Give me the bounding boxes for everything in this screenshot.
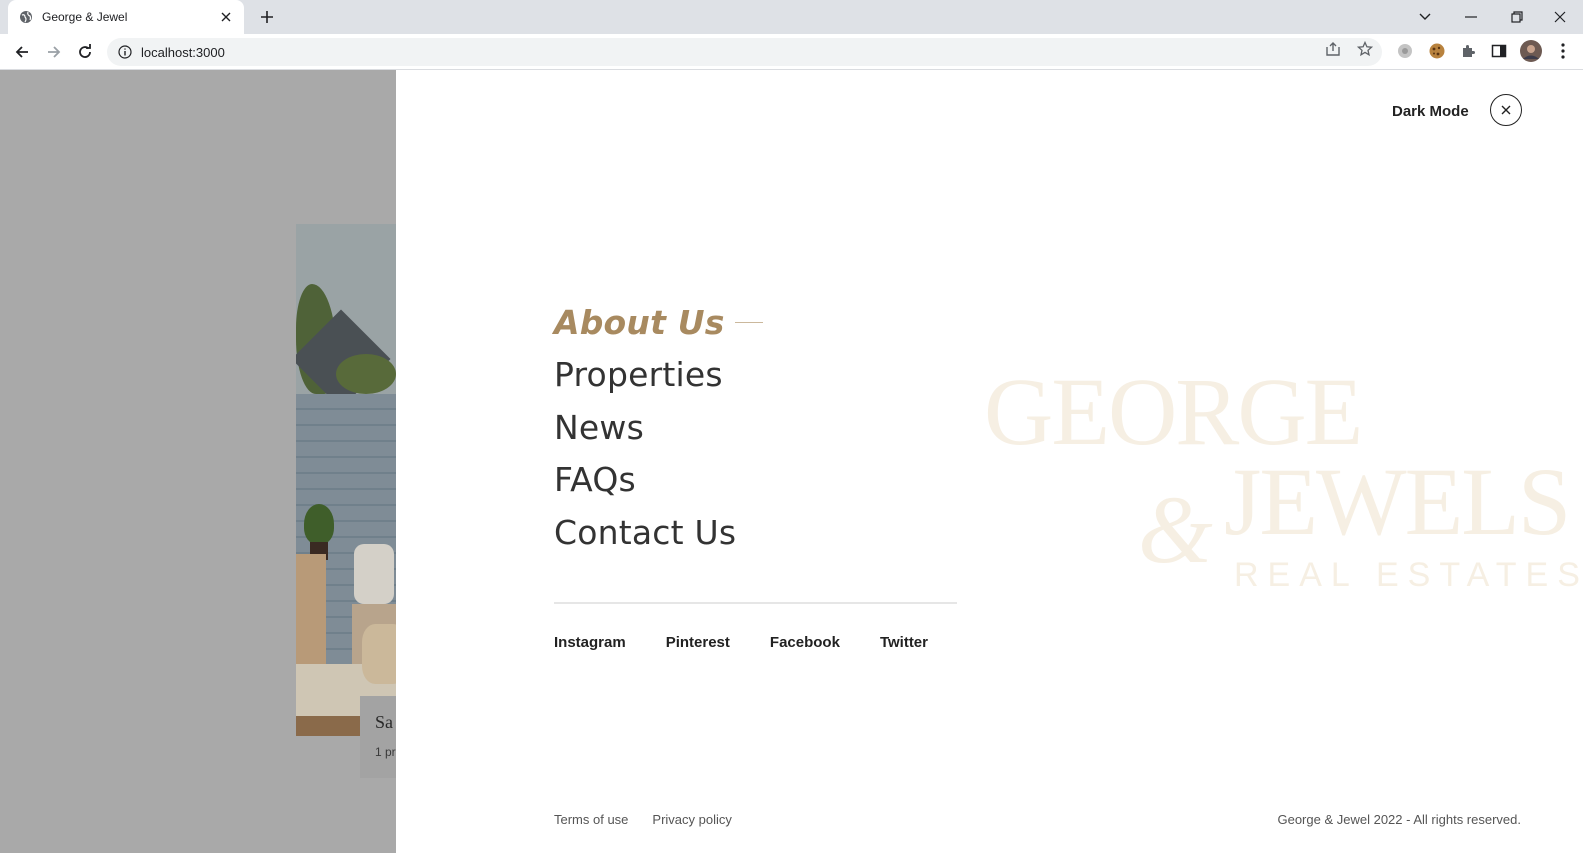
nav-item-label: FAQs [554,460,636,500]
close-icon [1501,105,1511,115]
social-link-facebook[interactable]: Facebook [770,634,840,651]
forward-arrow-icon[interactable] [40,38,68,66]
address-bar[interactable]: localhost:3000 [107,38,1382,66]
copyright-text: George & Jewel 2022 - All rights reserve… [1277,812,1521,827]
back-arrow-icon[interactable] [8,38,36,66]
watermark-ampersand: & [1138,476,1213,583]
social-links: Instagram Pinterest Facebook Twitter [554,634,928,651]
menu-divider [554,602,957,604]
main-nav: About Us Properties News FAQs Contact Us [554,296,763,559]
browser-tab-bar: George & Jewel [0,0,1583,34]
property-card-subtitle: 1 pr [375,745,396,759]
overlay-backdrop[interactable]: Sa 1 pr [0,70,396,853]
footer-links: Terms of use Privacy policy [554,812,732,827]
privacy-policy-link[interactable]: Privacy policy [652,812,731,827]
share-icon[interactable] [1324,40,1342,58]
nav-item-faqs[interactable]: FAQs [554,454,763,507]
close-window-icon[interactable] [1537,0,1583,34]
social-link-pinterest[interactable]: Pinterest [666,634,730,651]
globe-icon [18,9,34,25]
profile-avatar[interactable] [1520,40,1542,62]
minimize-icon[interactable] [1448,0,1494,34]
nav-item-label: Contact Us [554,512,737,552]
watermark-real-estates: REAL ESTATES [1234,556,1583,594]
nav-item-label: Properties [554,355,723,395]
tab-search-icon[interactable] [1402,0,1448,34]
menu-panel: GEORGE & JEWELS REAL ESTATES Dark Mode A… [396,70,1583,853]
info-icon[interactable] [117,44,133,60]
more-menu-icon[interactable] [1552,40,1574,62]
page-viewport: Sa 1 pr GEORGE & JEWELS REAL ESTATES Dar… [0,70,1583,853]
property-card-title: Sa [375,712,393,732]
active-arrow-icon [734,321,763,323]
close-tab-icon[interactable] [218,9,234,25]
property-card: Sa 1 pr [360,696,396,778]
new-tab-button[interactable] [256,6,278,28]
social-link-instagram[interactable]: Instagram [554,634,626,651]
restore-icon[interactable] [1494,0,1540,34]
dark-mode-toggle[interactable]: Dark Mode [1392,103,1469,120]
reload-icon[interactable] [71,38,99,66]
terms-of-use-link[interactable]: Terms of use [554,812,628,827]
nav-item-label: News [554,407,644,447]
side-panel-icon[interactable] [1488,40,1510,62]
watermark-jewels: JEWELS [1224,448,1571,555]
nav-item-about-us[interactable]: About Us [554,296,763,349]
close-menu-button[interactable] [1490,94,1522,126]
browser-toolbar: localhost:3000 [0,34,1583,70]
bookmark-star-icon[interactable] [1356,40,1374,58]
cookie-icon[interactable] [1426,40,1448,62]
nav-item-label: About Us [554,302,725,342]
extension-circle-icon[interactable] [1394,40,1416,62]
url-text: localhost:3000 [141,44,225,60]
property-photo [296,224,396,736]
nav-item-contact-us[interactable]: Contact Us [554,506,763,559]
puzzle-extensions-icon[interactable] [1457,40,1479,62]
nav-item-news[interactable]: News [554,401,763,454]
social-link-twitter[interactable]: Twitter [880,634,928,651]
browser-tab[interactable]: George & Jewel [8,0,244,34]
tab-title: George & Jewel [42,10,128,24]
nav-item-properties[interactable]: Properties [554,349,763,402]
